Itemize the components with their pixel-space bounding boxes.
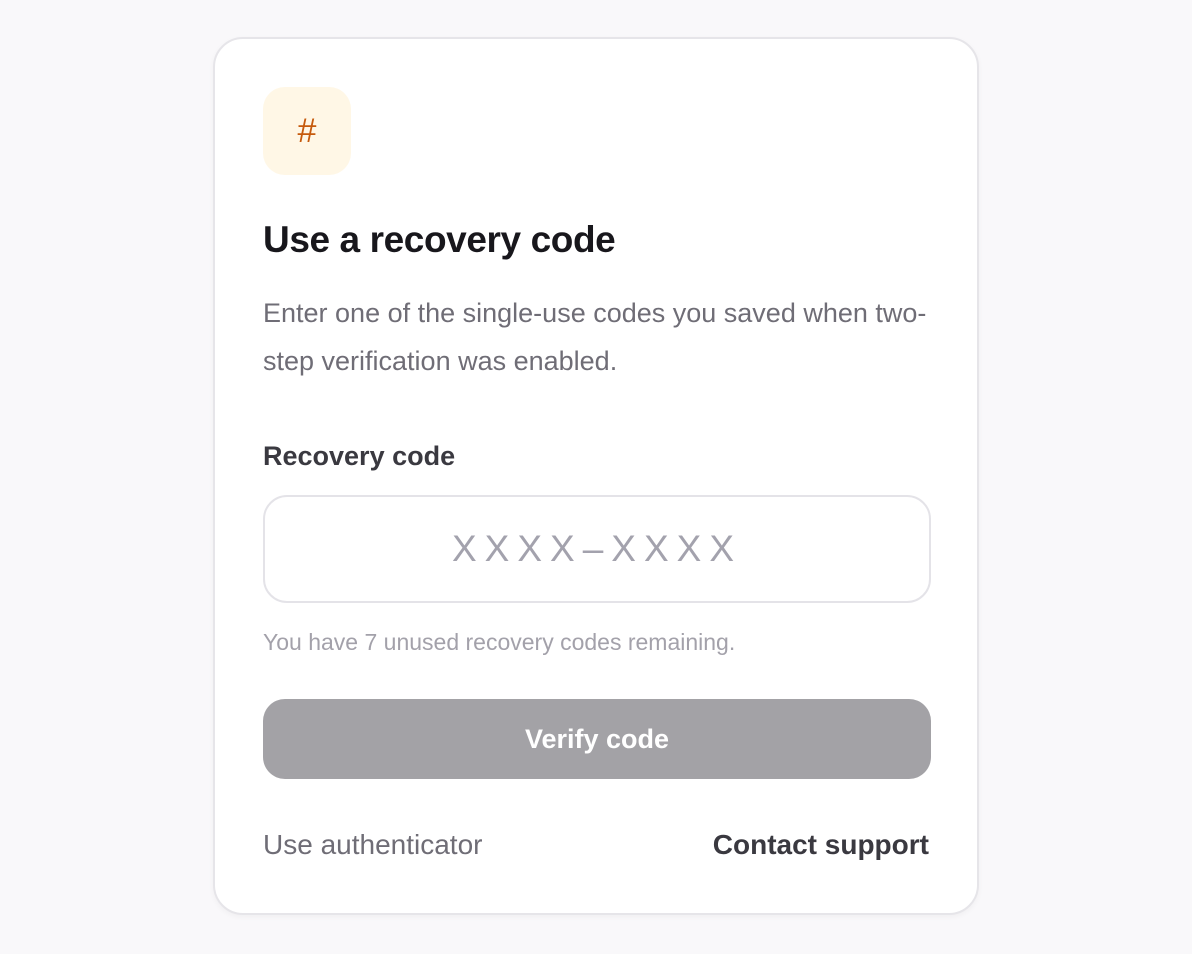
page-description: Enter one of the single-use codes you sa… <box>263 298 927 376</box>
recovery-code-label: Recovery code <box>263 441 456 471</box>
verify-code-button[interactable]: Verify code <box>263 699 931 779</box>
page-title: Use a recovery code <box>263 219 616 260</box>
use-authenticator-link[interactable]: Use authenticator <box>263 829 482 861</box>
remaining-codes-hint: You have 7 unused recovery codes remaini… <box>263 629 736 655</box>
recovery-code-input[interactable] <box>263 495 931 603</box>
recovery-code-card: # Use a recovery code Enter one of the s… <box>213 37 979 915</box>
contact-support-link[interactable]: Contact support <box>713 829 929 861</box>
hash-icon: # <box>263 87 351 175</box>
